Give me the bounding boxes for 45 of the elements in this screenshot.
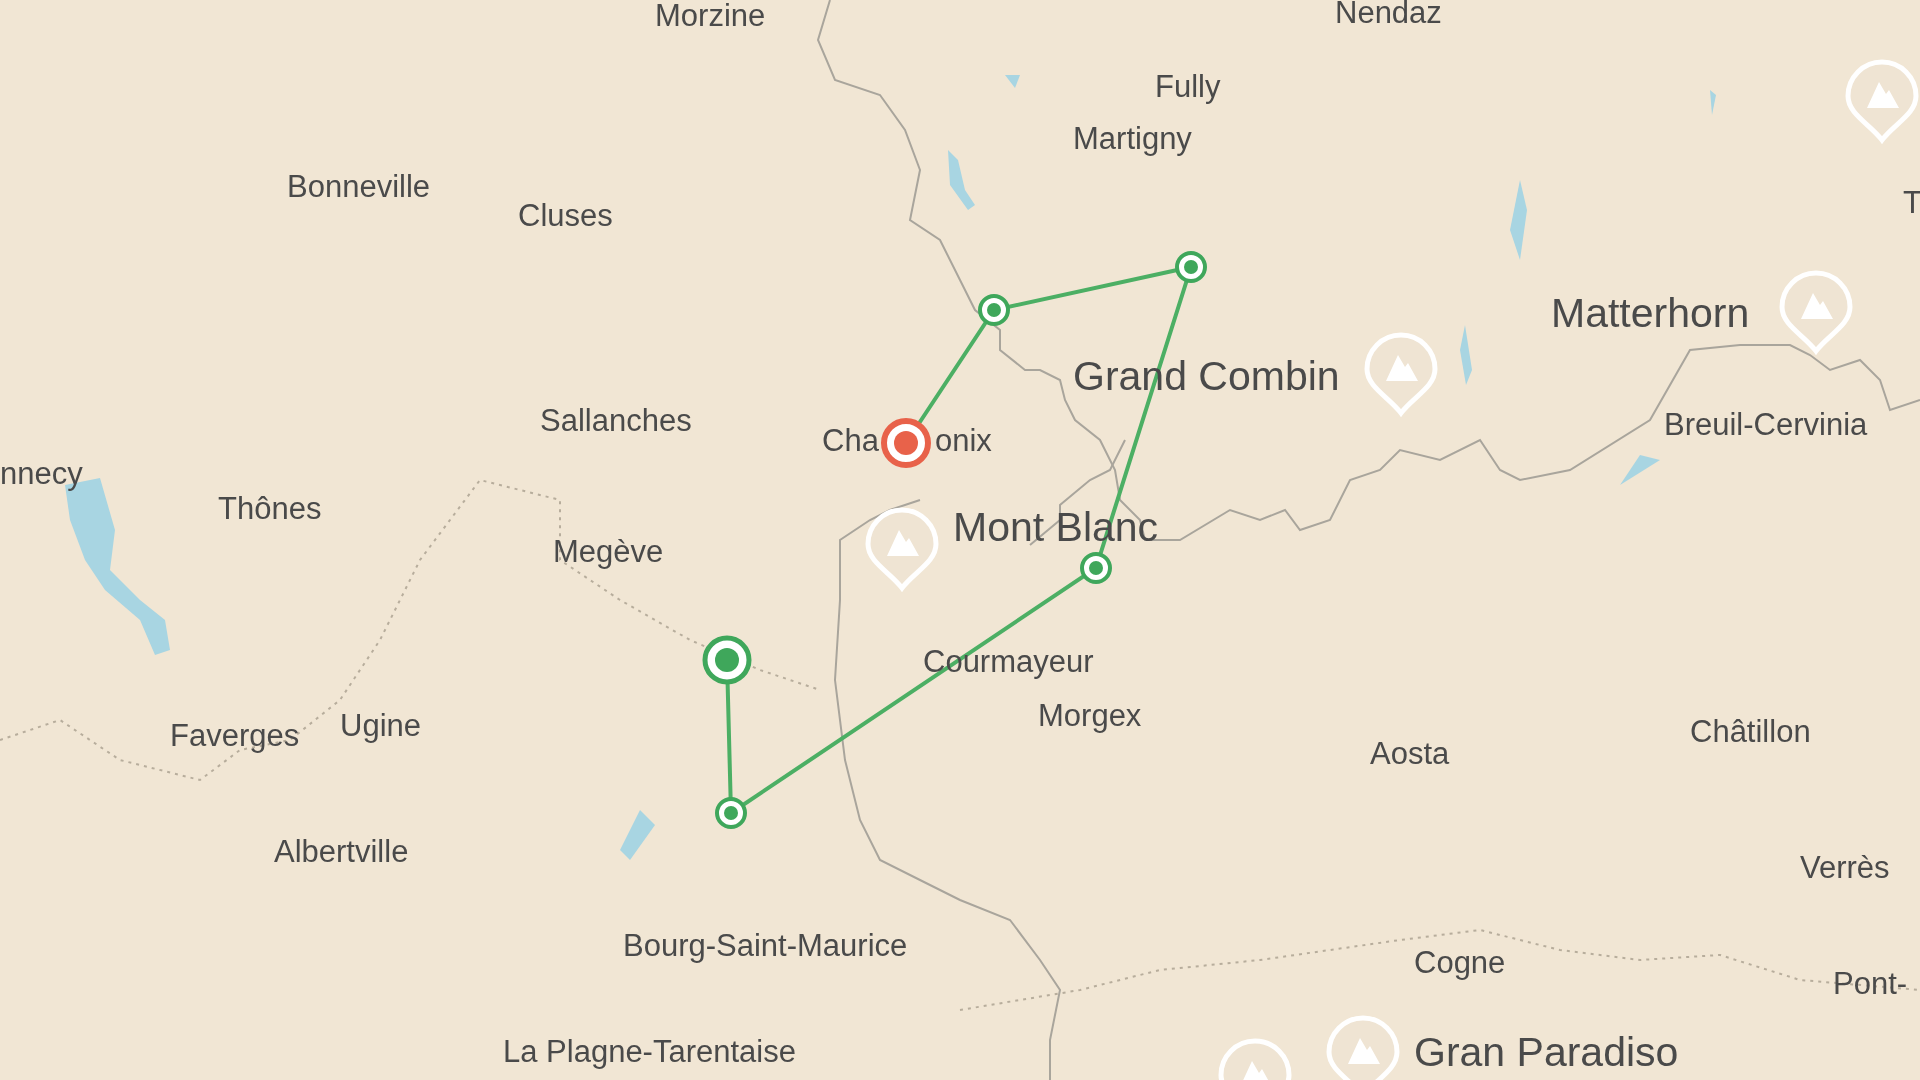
place-label: Sallanches (540, 404, 692, 436)
lake (948, 150, 975, 210)
place-label: Thônes (218, 492, 322, 524)
mountain-pin-icon[interactable] (1218, 1038, 1292, 1080)
waypoint-marker[interactable] (1080, 552, 1112, 584)
place-label: Fully (1155, 70, 1221, 102)
lake (620, 810, 655, 860)
place-label: onix (935, 424, 992, 456)
lake (1005, 75, 1020, 88)
place-label: Albertville (274, 835, 409, 867)
place-label: Aosta (1370, 737, 1450, 769)
peak-label: Matterhorn (1551, 292, 1750, 334)
waypoint-marker[interactable] (978, 294, 1010, 326)
place-label: Pont- (1833, 967, 1908, 999)
place-label: nnecy (0, 457, 83, 489)
place-label: Cogne (1414, 946, 1506, 978)
place-label: Breuil-Cervinia (1664, 408, 1868, 440)
place-label: Ugine (340, 709, 421, 741)
end-marker[interactable] (881, 418, 931, 468)
place-label: Morzine (655, 0, 766, 31)
waypoint-marker[interactable] (715, 797, 747, 829)
place-label: Faverges (170, 719, 300, 751)
start-marker[interactable] (702, 635, 752, 685)
lake (1710, 90, 1716, 115)
mountain-pin-icon[interactable] (1779, 270, 1853, 354)
lake (1620, 455, 1660, 485)
waypoint-marker[interactable] (1175, 251, 1207, 283)
place-label: Cluses (518, 199, 613, 231)
mountain-pin-icon[interactable] (1326, 1015, 1400, 1080)
peak-label: Gran Paradiso (1414, 1031, 1679, 1073)
place-label: Megève (553, 535, 664, 567)
mountain-pin-icon[interactable] (865, 507, 939, 591)
mountain-pin-icon[interactable] (1364, 332, 1438, 416)
place-label: Verrès (1800, 851, 1890, 883)
place-label: Martigny (1073, 122, 1192, 154)
place-label: Nendaz (1335, 0, 1442, 28)
mountain-pin-icon[interactable] (1845, 59, 1919, 143)
place-label: Cha (822, 424, 879, 456)
place-label: Morgex (1038, 699, 1142, 731)
place-label: Bourg-Saint-Maurice (623, 929, 908, 961)
place-label: Châtillon (1690, 715, 1811, 747)
place-label: Bonneville (287, 170, 431, 202)
place-label: La Plagne-Tarentaise (503, 1035, 796, 1067)
map[interactable] (0, 0, 1920, 1080)
lake (1460, 325, 1472, 385)
